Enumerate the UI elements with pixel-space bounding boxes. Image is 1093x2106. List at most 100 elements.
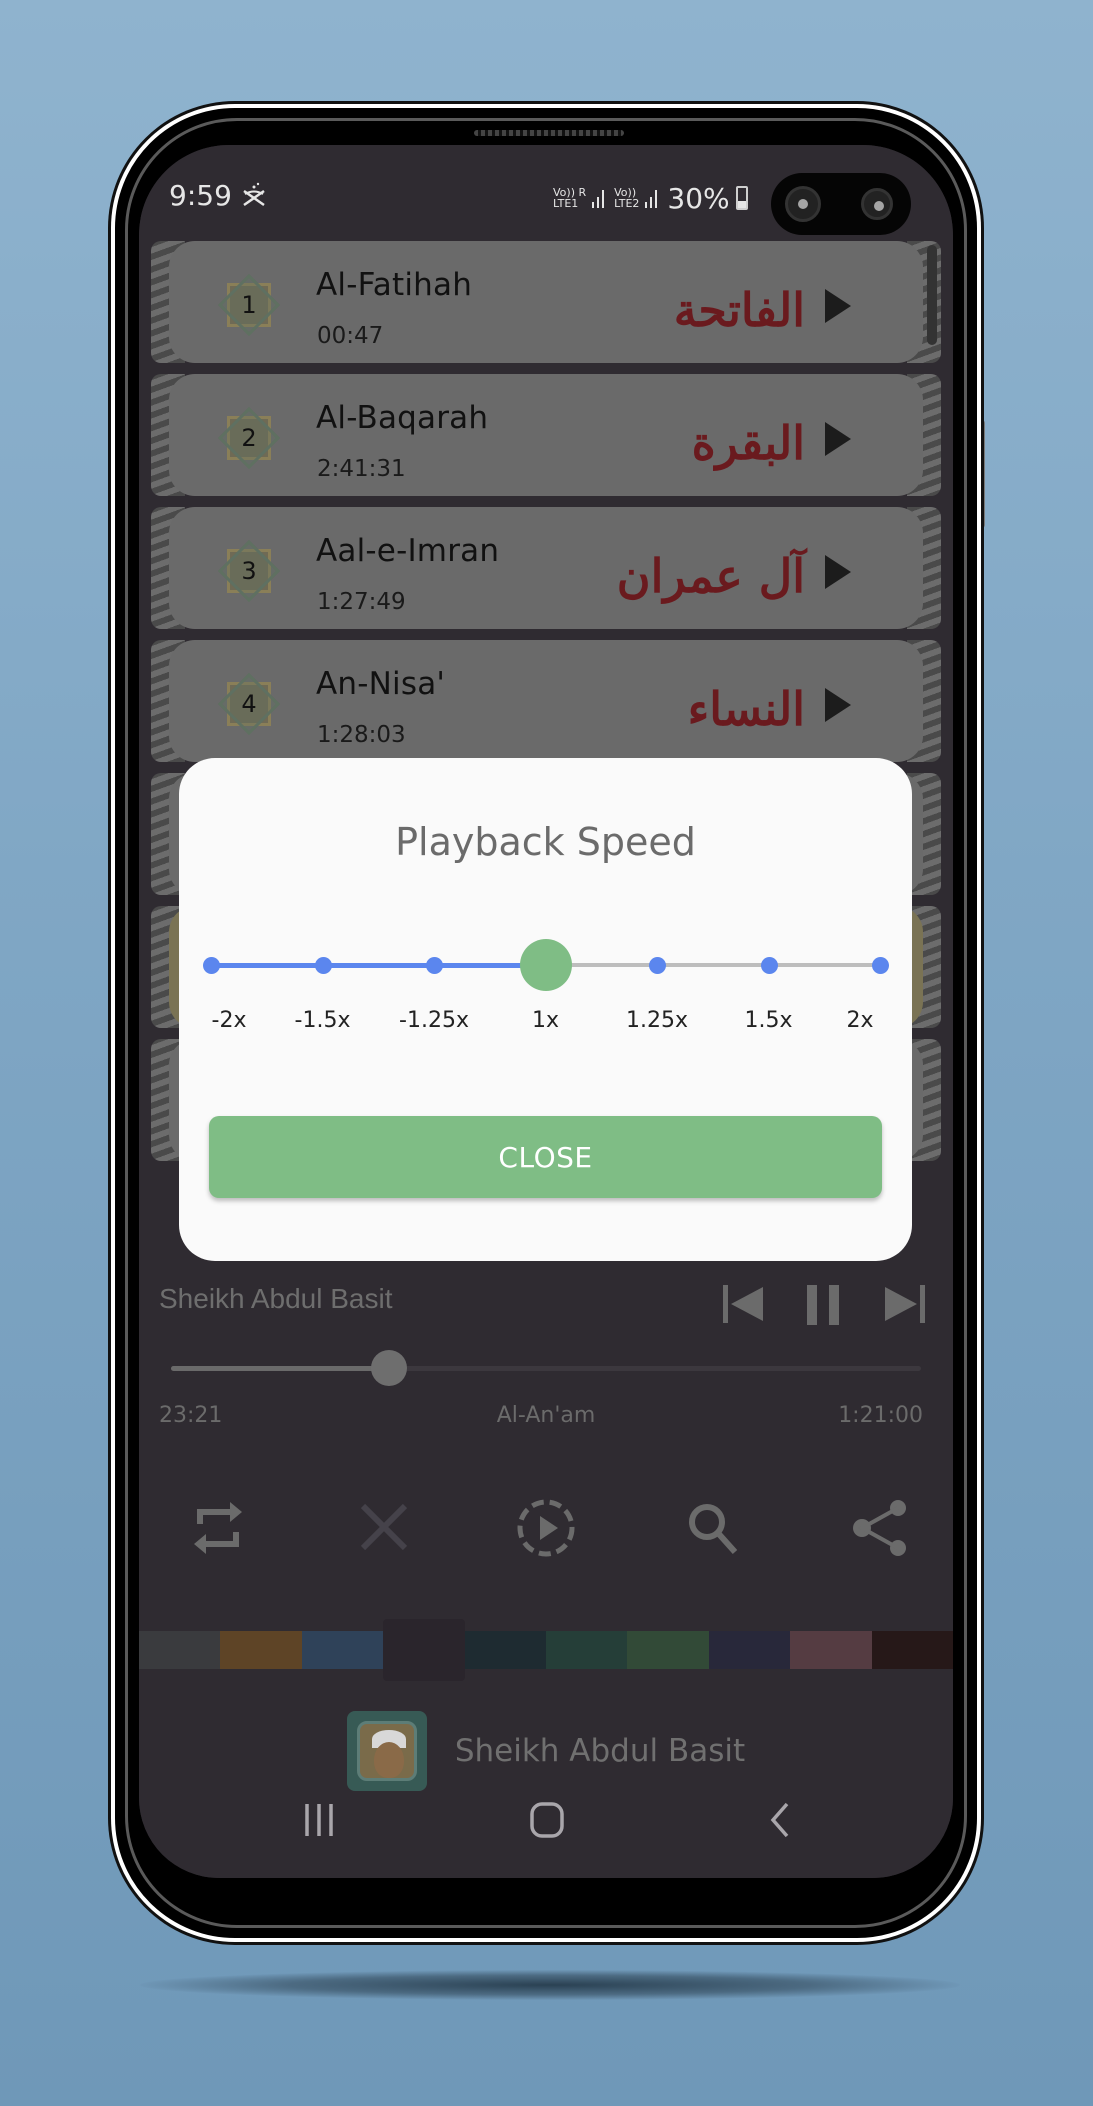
theme-swatch[interactable] [139,1631,221,1669]
speed-tick[interactable] [760,957,778,974]
sim2-indicator: Vo)) LTE2 [614,187,639,209]
system-nav-bar [139,1785,953,1855]
play-icon[interactable] [825,555,851,589]
surah-row[interactable]: 1 Al-Fatihah 00:47 الفاتحة [139,237,953,367]
theme-swatch[interactable] [220,1631,302,1669]
surah-row[interactable]: 4 An-Nisa' 1:28:03 النساء [139,636,953,766]
surah-name-ar: النساء [687,682,805,736]
front-camera [861,188,893,220]
avatar-face [373,1742,404,1778]
share-button[interactable] [845,1493,915,1563]
repeat-icon [194,1502,242,1554]
speed-label: 1x [531,1008,560,1033]
theme-swatch[interactable] [871,1631,953,1669]
surah-name-ar: آل عمران [616,549,805,603]
player-tools [139,1493,953,1563]
home-icon [530,1802,564,1838]
speed-label: 1.25x [625,1008,688,1033]
avatar-frame [356,1721,417,1781]
player-panel: Sheikh Abdul Basit 23:21 Al-An'am 1:21:0… [139,1243,953,1878]
total-time: 1:21:00 [838,1403,923,1428]
seek-thumb[interactable] [370,1350,407,1386]
speed-tick[interactable] [314,957,332,974]
surah-number: 3 [241,557,257,585]
speed-tick[interactable] [649,957,666,974]
surah-name-ar: الفاتحة [673,283,805,337]
camera-cutout [771,173,911,235]
speed-label: 2x [846,1008,874,1033]
playback-speed-button[interactable] [511,1493,581,1563]
search-icon [689,1504,738,1555]
home-button[interactable] [517,1795,577,1845]
theme-swatch[interactable] [546,1631,628,1669]
surah-card: 3 Aal-e-Imran 1:27:49 آل عمران [169,507,923,629]
theme-swatch[interactable] [790,1631,872,1669]
surah-name-en: Al-Baqarah [316,400,489,436]
surah-row[interactable]: 3 Aal-e-Imran 1:27:49 آل عمران [139,503,953,633]
speed-label: -1.5x [294,1008,351,1033]
reciter-name: Sheikh Abdul Basit [454,1733,746,1769]
recents-icon [305,1804,333,1836]
power-button [977,420,985,528]
sim2-lte: LTE2 [614,197,640,210]
front-camera [785,186,821,222]
speed-slider[interactable]: -2x -1.5x -1.25x 1x 1.25x 1.5x 2x [179,908,912,1033]
repeat-button[interactable] [183,1493,253,1563]
reciter-avatar [346,1711,427,1791]
battery-icon [735,186,748,210]
theme-swatch[interactable] [464,1631,547,1669]
player-reciter-label: Sheikh Abdul Basit [159,1283,393,1314]
playback-speed-dialog: Playback Speed -2x -1.5x -1.25x 1x 1.25x 1.5x… [179,758,912,1261]
seek-progress [171,1366,389,1371]
sim1-lte: LTE1 [553,197,579,210]
search-button[interactable] [678,1493,748,1563]
reciter-selector[interactable]: Sheikh Abdul Basit [139,1711,953,1791]
back-icon [770,1802,789,1838]
theme-swatch[interactable] [383,1619,465,1681]
speed-tick[interactable] [426,957,443,974]
current-surah: Al-An'am [496,1403,596,1428]
share-icon [853,1500,906,1556]
speed-label: 1.5x [744,1008,793,1033]
close-button[interactable]: CLOSE [209,1116,882,1198]
play-icon[interactable] [825,422,851,456]
seek-bar[interactable] [171,1350,921,1386]
speed-tick[interactable] [872,957,889,974]
theme-swatches [139,1619,953,1681]
surah-number: 1 [241,291,257,319]
theme-swatch[interactable] [708,1631,791,1669]
dialog-title: Playback Speed [395,820,696,864]
next-icon[interactable] [879,1279,929,1329]
surah-name-ar: البقرة [691,416,805,470]
speed-tick[interactable] [203,957,220,974]
surah-number-badge: 4 [217,672,281,736]
speed-label: -2x [211,1008,247,1033]
back-button[interactable] [751,1795,811,1845]
speed-track-inactive [545,963,880,967]
status-time: 9:59 [169,179,232,212]
phone-shadow [140,1970,960,2000]
surah-number: 2 [241,424,257,452]
theme-swatch[interactable] [301,1631,384,1669]
play-icon[interactable] [825,688,851,722]
signal-bars-icon [645,188,661,208]
playback-speed-icon [517,1499,575,1557]
surah-card: 4 An-Nisa' 1:28:03 النساء [169,640,923,762]
surah-number-badge: 2 [217,406,281,470]
speed-thumb[interactable] [519,939,572,991]
previous-icon[interactable] [719,1279,769,1329]
play-icon[interactable] [825,289,851,323]
surah-duration: 1:27:49 [317,589,406,615]
speed-label: -1.25x [399,1008,469,1033]
shuffle-button[interactable] [350,1493,420,1563]
theme-swatch[interactable] [627,1631,709,1669]
status-bar: 9:59 Vo)) R LTE1 Vo)) LTE2 30% [139,145,953,237]
surah-number-badge: 1 [217,273,281,337]
list-scrollbar[interactable] [927,245,937,345]
surah-duration: 1:28:03 [317,722,406,748]
surah-row[interactable]: 2 Al-Baqarah 2:41:31 البقرة [139,370,953,500]
earpiece [474,130,624,136]
surah-name-en: An-Nisa' [316,666,446,702]
pause-icon[interactable] [799,1279,849,1329]
recents-button[interactable] [289,1795,349,1845]
